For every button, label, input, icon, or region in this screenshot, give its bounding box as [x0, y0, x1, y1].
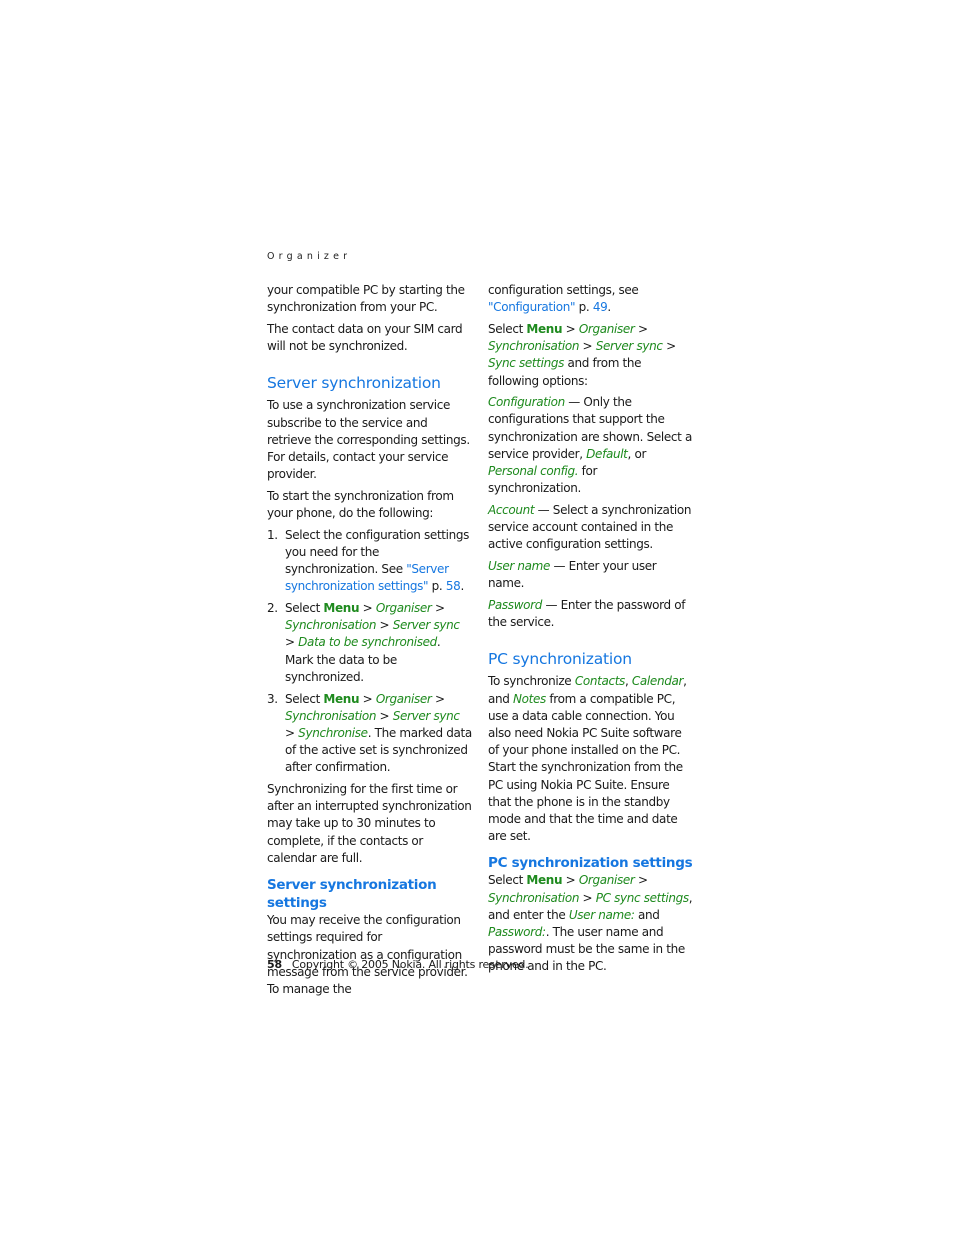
text: from a compatible PC, use a data cable c… [488, 691, 683, 844]
option-term: Account [488, 502, 535, 517]
step-item: 2. Select Menu > Organiser > Synchronisa… [267, 600, 472, 686]
text: . [607, 300, 611, 315]
text: p. [575, 300, 593, 315]
separator: > [634, 321, 648, 336]
copyright-notice: Copyright © 2005 Nokia. All rights reser… [291, 958, 529, 971]
text: To synchronize [488, 674, 575, 689]
step-number: 3. [267, 691, 278, 706]
left-column: your compatible PC by starting the synch… [267, 282, 472, 1003]
menu-path-item: Organiser [375, 601, 432, 616]
separator: > [285, 635, 299, 650]
separator: > [662, 339, 676, 354]
menu-path-item: Sync settings [488, 356, 565, 371]
text: , or [627, 446, 647, 461]
option-term: Configuration [488, 395, 565, 410]
separator: > [376, 618, 393, 633]
step-number: 2. [267, 601, 278, 616]
menu-path-item: PC sync settings [595, 890, 689, 905]
menu-term: Menu [323, 691, 360, 706]
option-user-name: User name — Enter your user name. [488, 558, 693, 592]
separator: > [285, 725, 299, 740]
server-sync-settings-heading: Server synchronization settings [267, 877, 437, 912]
sync-item: Contacts [574, 674, 625, 689]
option-term: Password [488, 597, 543, 612]
field-term: Password: [488, 925, 546, 939]
step-text: Select [285, 601, 324, 616]
menu-path-item: Synchronisation [285, 618, 377, 633]
menu-path-item: Server sync [392, 708, 460, 723]
server-sync-settings-paragraph: You may receive the configuration settin… [267, 913, 468, 996]
menu-path-item: Synchronisation [488, 339, 580, 354]
separator: > [431, 691, 445, 706]
sim-note-paragraph: The contact data on your SIM card will n… [267, 321, 463, 354]
menu-path-item: Synchronisation [285, 708, 377, 723]
separator: > [579, 339, 596, 354]
sync-item: Notes [513, 691, 546, 706]
text: Select [488, 321, 527, 336]
option-account: Account — Select a synchronization servi… [488, 502, 693, 554]
separator: > [579, 890, 596, 905]
separator: > [634, 873, 648, 888]
server-sync-steps: 1. Select the configuration settings you… [267, 527, 472, 777]
menu-term: Menu [526, 321, 563, 336]
text: , [624, 674, 632, 689]
pc-sync-settings-heading: PC synchronization settings [488, 855, 693, 872]
option-value: Default [586, 446, 628, 461]
step-number: 1. [267, 527, 278, 542]
sync-item: Calendar [631, 674, 684, 689]
menu-path-item: Synchronise [298, 725, 368, 740]
option-configuration: Configuration — Only the configurations … [488, 394, 693, 497]
text: Select [488, 873, 527, 888]
first-sync-note: Synchronizing for the first time or afte… [267, 782, 472, 865]
menu-path-item: Organiser [578, 873, 635, 888]
menu-term: Menu [526, 873, 563, 888]
menu-path-item: Server sync [392, 618, 460, 633]
menu-path-item: Data to be synchronised [298, 635, 437, 650]
pc-sync-heading: PC synchronization [488, 650, 632, 669]
step-item: 3. Select Menu > Organiser > Synchronisa… [267, 691, 472, 777]
server-sync-paragraph: To use a synchronization service subscri… [267, 398, 470, 482]
step-text: . [460, 579, 464, 594]
page-footer: 58 Copyright © 2005 Nokia. All rights res… [267, 958, 529, 971]
menu-path-item: Organiser [375, 691, 432, 706]
separator: > [562, 873, 579, 888]
text: configuration settings, see [488, 283, 639, 297]
right-column: configuration settings, see "Configurati… [488, 282, 693, 980]
option-term: User name [488, 559, 551, 574]
text: and [634, 907, 660, 922]
server-sync-start-paragraph: To start the synchronization from your p… [267, 488, 454, 521]
server-sync-heading: Server synchronization [267, 374, 441, 393]
separator: > [359, 691, 376, 706]
page-link[interactable]: 58 [446, 579, 461, 593]
option-password: Password — Enter the password of the ser… [488, 597, 693, 631]
intro-paragraph: your compatible PC by starting the synch… [267, 283, 465, 315]
step-text: p. [428, 579, 446, 594]
separator: > [376, 708, 393, 723]
page-link[interactable]: 49 [593, 300, 608, 314]
menu-term: Menu [323, 601, 360, 616]
separator: > [359, 601, 376, 616]
option-value: Personal config. [488, 464, 579, 479]
manual-page: Organizer your compatible PC by starting… [0, 0, 954, 1235]
step-item: 1. Select the configuration settings you… [267, 527, 472, 596]
sync-settings-path-paragraph: Select Menu > Organiser > Synchronisatio… [488, 321, 693, 390]
menu-path-item: Server sync [595, 339, 663, 354]
configuration-link[interactable]: "Configuration" [488, 300, 576, 314]
menu-path-item: Synchronisation [488, 890, 580, 905]
menu-path-item: Organiser [578, 321, 635, 336]
field-term: User name: [568, 907, 635, 922]
separator: > [431, 601, 445, 616]
pc-sync-paragraph: To synchronize Contacts, Calendar, and N… [488, 673, 693, 845]
page-number: 58 [267, 958, 282, 971]
continued-paragraph: configuration settings, see "Configurati… [488, 282, 693, 316]
separator: > [562, 321, 579, 336]
running-head: Organizer [267, 251, 352, 262]
step-text: Select [285, 691, 324, 706]
